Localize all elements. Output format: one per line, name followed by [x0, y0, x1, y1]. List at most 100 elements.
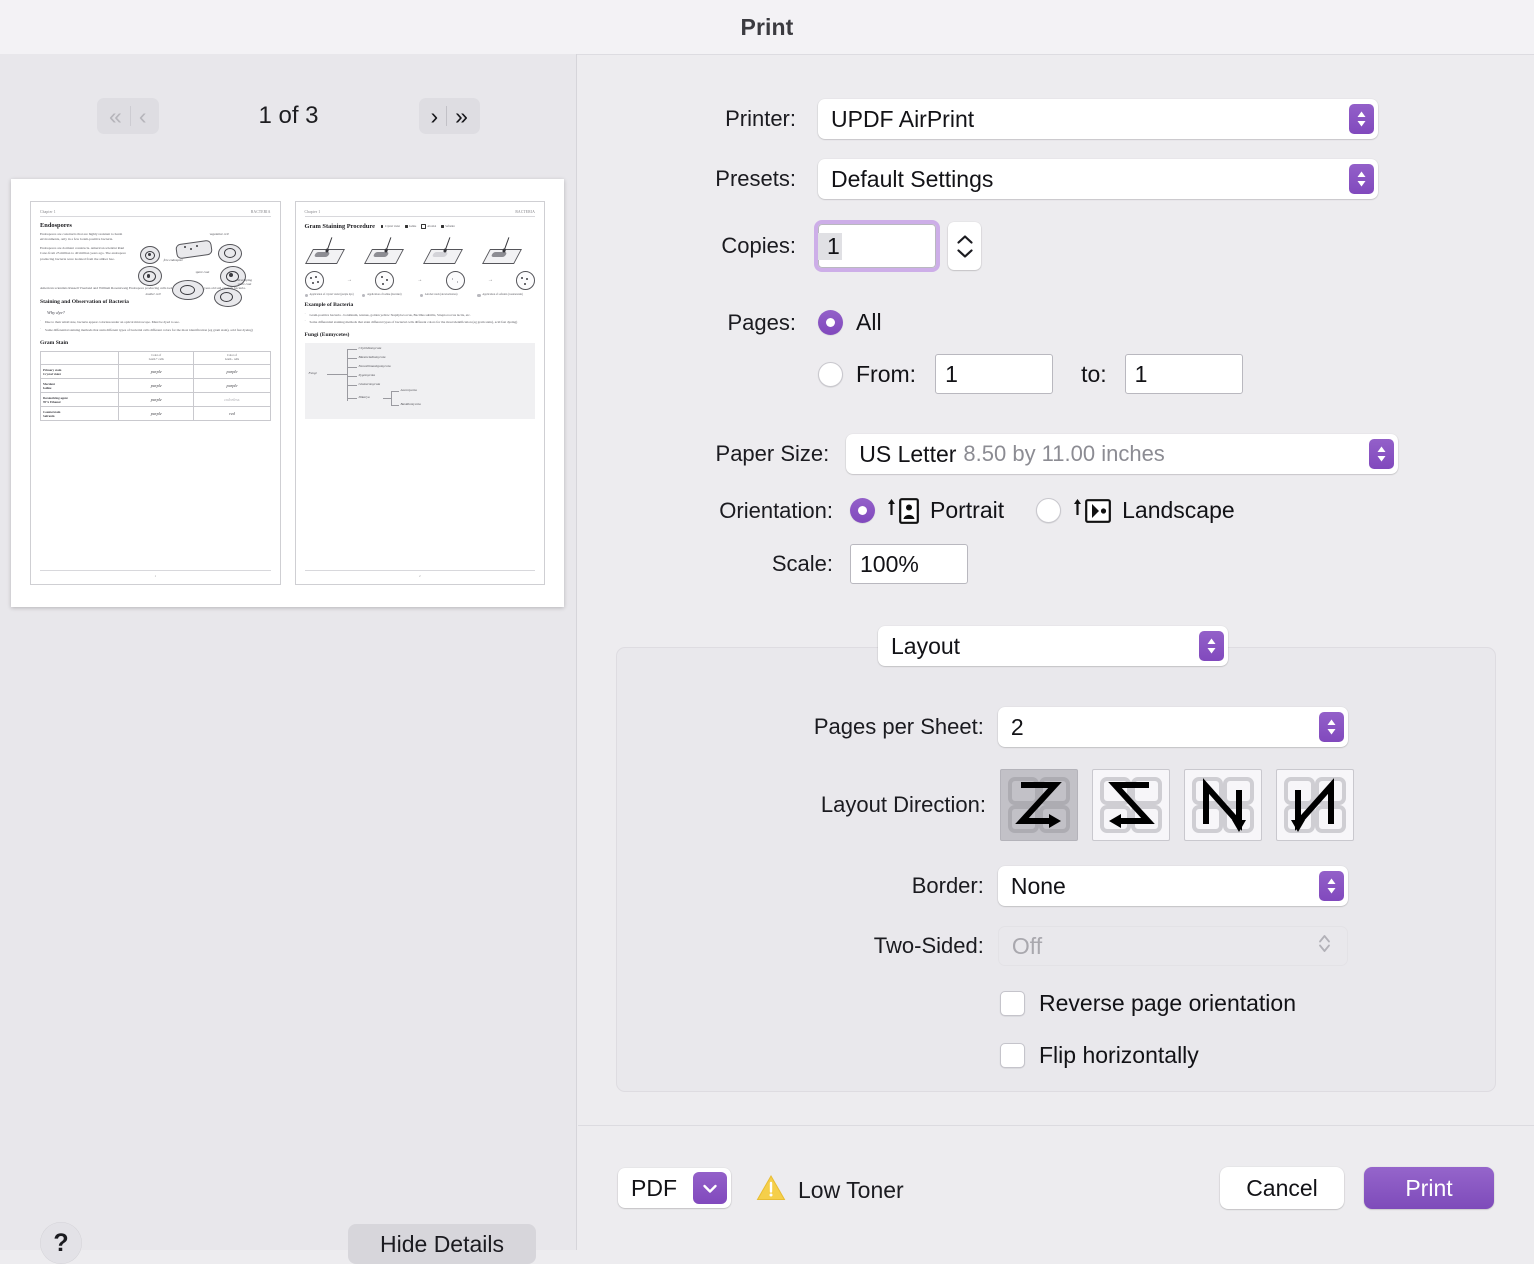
print-preview-pane: « ‹ 1 of 3 › » Chapter 1 BACTERIA Endo	[0, 54, 577, 1250]
fig-label-1: free endospore	[164, 258, 183, 262]
chevron-up-down-icon[interactable]	[1349, 104, 1374, 134]
preview-sheet[interactable]: Chapter 1 BACTERIA Endospores Endospores…	[11, 179, 564, 607]
row-label: MordantIodine	[41, 379, 119, 393]
reverse-page-orientation-option[interactable]: Reverse page orientation	[1000, 990, 1296, 1017]
hide-details-button[interactable]: Hide Details	[348, 1224, 536, 1264]
bullet-item: Some differential staining methods that …	[305, 320, 536, 325]
radio-all[interactable]	[818, 310, 843, 335]
printer-label: Printer:	[578, 106, 796, 132]
scale-input[interactable]: 100%	[850, 544, 968, 584]
legend-item: Safranin	[441, 225, 454, 228]
pdf-button[interactable]: PDF	[618, 1168, 731, 1208]
previous-page-icon[interactable]: ‹	[131, 105, 155, 128]
help-button[interactable]: ?	[40, 1222, 82, 1264]
copies-stepper[interactable]	[948, 222, 981, 270]
chevron-up-down-icon[interactable]	[1319, 712, 1344, 742]
pages-range-option[interactable]: From:	[818, 361, 916, 388]
copies-input[interactable]: 1	[818, 224, 936, 268]
reverse-page-orientation-label: Reverse page orientation	[1039, 990, 1296, 1017]
nav-backward-group[interactable]: « ‹	[97, 98, 158, 134]
layout-direction-option-n-down-left[interactable]	[1184, 769, 1262, 841]
legend-item: Iodine	[405, 225, 416, 228]
flip-horizontally-option[interactable]: Flip horizontally	[1000, 1042, 1199, 1069]
row-label: Decolorizing agent95% Ethanol	[41, 393, 119, 407]
panel-selector-dropdown[interactable]: Layout	[878, 626, 1228, 666]
pages-all-option[interactable]: All	[818, 309, 882, 336]
presets-value: Default Settings	[818, 166, 993, 193]
pages-from-input[interactable]: 1	[935, 354, 1053, 394]
radio-landscape[interactable]	[1036, 498, 1061, 523]
radio-range[interactable]	[818, 362, 843, 387]
heading-gram-stain: Gram Stain	[40, 340, 271, 346]
cell-gram-neg: colorless	[194, 393, 270, 407]
border-label: Border:	[578, 873, 984, 899]
layout-direction-option-n-down-right[interactable]	[1276, 769, 1354, 841]
bullet-item: Due to their small size, bacteria appear…	[40, 320, 271, 325]
print-button[interactable]: Print	[1364, 1167, 1494, 1209]
bullet-item: Gram-positive bacteria - botulinum, teta…	[305, 313, 536, 318]
radio-portrait[interactable]	[850, 498, 875, 523]
portrait-label: Portrait	[930, 497, 1004, 524]
nav-forward-group[interactable]: › »	[419, 98, 480, 134]
chevron-up-down-icon[interactable]	[1369, 439, 1394, 469]
pages-per-sheet-dropdown[interactable]: 2	[998, 707, 1348, 747]
pages-all-label: All	[856, 309, 882, 336]
border-dropdown[interactable]: None	[998, 866, 1348, 906]
chevron-up-down-icon[interactable]	[1349, 164, 1374, 194]
cancel-button[interactable]: Cancel	[1220, 1167, 1344, 1209]
print-dialog: Print « ‹ 1 of 3 › » Chapter 1	[0, 0, 1534, 1250]
pages-from-value: 1	[936, 361, 958, 388]
header-left: Chapter 1	[40, 210, 56, 214]
chevron-down-icon[interactable]	[693, 1172, 727, 1204]
orientation-portrait-option[interactable]: Portrait	[850, 497, 1004, 524]
preview-page-1: Chapter 1 BACTERIA Endospores Endospores…	[30, 201, 281, 585]
fig-label-3: developing spore coat	[238, 278, 260, 286]
layout-direction-group	[1000, 769, 1354, 841]
checkbox-flip-horizontally[interactable]	[1000, 1043, 1025, 1068]
panel-selector-value: Layout	[878, 633, 960, 660]
page-indicator: 1 of 3	[159, 102, 419, 130]
tree-branch: Glomeromycota	[359, 382, 381, 386]
orientation-landscape-option[interactable]: Landscape	[1036, 497, 1235, 524]
pages-to-label: to:	[1081, 361, 1107, 388]
printer-dropdown[interactable]: UPDF AirPrint	[818, 99, 1378, 139]
stepper-down-icon	[956, 248, 974, 259]
pages-label: Pages:	[578, 310, 796, 336]
pdf-label: PDF	[618, 1175, 677, 1202]
fig-label-4: mother cell	[146, 292, 161, 296]
landscape-label: Landscape	[1122, 497, 1235, 524]
paper-size-label: Paper Size:	[578, 441, 829, 467]
legend-item: Crystal violet	[381, 225, 400, 228]
endospore-diagram: vegetative cell free endospore spore coa…	[134, 232, 271, 286]
next-page-icon[interactable]: ›	[423, 105, 447, 128]
table-header-cell: Color ofGram + cells	[119, 351, 194, 365]
last-page-icon[interactable]: »	[447, 105, 476, 128]
checkbox-reverse-page-orientation[interactable]	[1000, 991, 1025, 1016]
orientation-label: Orientation:	[578, 498, 833, 524]
procedure-microscope-views: → → →	[305, 271, 536, 290]
tree-subbranch: Basidiomycota	[401, 402, 421, 406]
two-sided-dropdown: Off	[998, 926, 1348, 966]
layout-direction-option-z-left-down[interactable]	[1092, 769, 1170, 841]
cell-gram-pos: purple	[119, 365, 194, 379]
cell-gram-pos: purple	[119, 407, 194, 421]
paper-size-dropdown[interactable]: US Letter 8.50 by 11.00 inches	[846, 434, 1398, 474]
page-number: 1	[40, 570, 271, 578]
chevron-up-down-icon[interactable]	[1319, 871, 1344, 901]
tree-branch: Blastocladiomycota	[359, 355, 386, 359]
presets-dropdown[interactable]: Default Settings	[818, 159, 1378, 199]
bullet-item: Some differential staining methods that …	[40, 328, 271, 333]
step-caption: Application of safranin (counterstain)	[477, 293, 535, 297]
dialog-titlebar: Print	[0, 0, 1534, 55]
pages-per-sheet-label: Pages per Sheet:	[578, 714, 984, 740]
legend-item: Alcohol	[421, 224, 436, 229]
heading-example-bacteria: Example of Bacteria	[305, 302, 536, 308]
cell-gram-pos: purple	[119, 393, 194, 407]
first-page-icon[interactable]: «	[101, 105, 130, 128]
pages-to-input[interactable]: 1	[1125, 354, 1243, 394]
chevron-up-down-icon[interactable]	[1199, 631, 1224, 661]
page-header: Chapter 1 BACTERIA	[305, 210, 536, 217]
layout-direction-option-z-right-down[interactable]	[1000, 769, 1078, 841]
row-label: Primary stainCrystal violet	[41, 365, 119, 379]
header-right: BACTERIA	[515, 210, 535, 214]
